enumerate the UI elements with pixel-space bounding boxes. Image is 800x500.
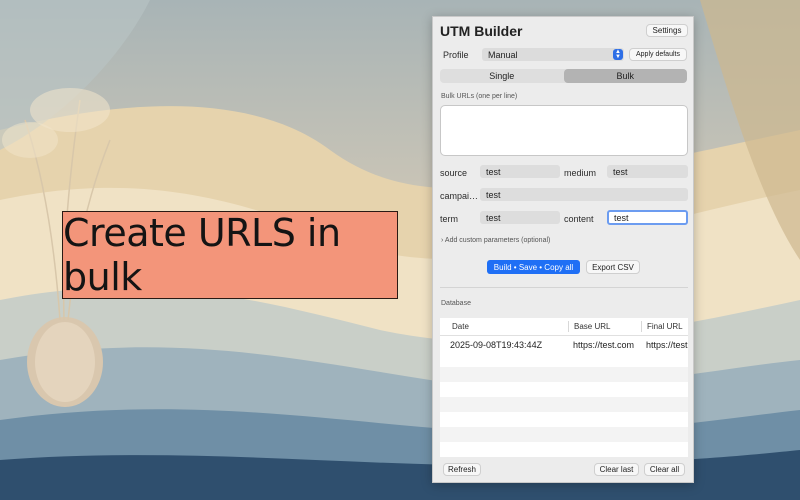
profile-select[interactable]: Manual ▲ ▼ [482, 48, 624, 61]
column-divider [641, 321, 642, 332]
column-divider [568, 321, 569, 332]
source-label: source [440, 168, 468, 178]
clear-last-button[interactable]: Clear last [594, 463, 639, 476]
table-row-empty [440, 367, 688, 382]
content-field[interactable]: test [607, 210, 688, 225]
clear-all-button[interactable]: Clear all [644, 463, 685, 476]
medium-field[interactable]: test [607, 165, 688, 178]
chevron-right-icon: › [441, 237, 444, 244]
utm-builder-window: UTM Builder Settings Profile Manual ▲ ▼ A… [432, 16, 694, 483]
medium-label: medium [564, 168, 597, 178]
bulk-urls-textarea[interactable] [440, 105, 688, 156]
term-label: term [440, 214, 458, 224]
campaign-field[interactable]: test [480, 188, 688, 201]
profile-label: Profile [443, 50, 469, 60]
cell-date: 2025-09-08T19:43:44Z [450, 340, 543, 350]
term-field[interactable]: test [480, 211, 560, 224]
tab-bulk[interactable]: Bulk [563, 69, 687, 83]
table-row-empty [440, 427, 688, 442]
database-label: Database [441, 300, 471, 307]
apply-defaults-button[interactable]: Apply defaults [629, 48, 687, 61]
cell-base-url: https://test.com [573, 340, 635, 350]
callout-text: Create URLS in bulk [63, 211, 341, 299]
column-header-final-url[interactable]: Final URL [647, 322, 683, 331]
column-header-base-url[interactable]: Base URL [574, 322, 610, 331]
source-field[interactable]: test [480, 165, 560, 178]
mode-segmented-control: Single Bulk [440, 69, 687, 83]
tab-single[interactable]: Single [440, 69, 564, 83]
cell-final-url: https://test [646, 340, 688, 350]
table-row-empty [440, 397, 688, 412]
table-row[interactable]: 2025-09-08T19:43:44Z https://test.com ht… [440, 337, 688, 352]
refresh-button[interactable]: Refresh [443, 463, 481, 476]
content-label: content [564, 214, 594, 224]
section-divider [440, 287, 688, 288]
database-table: Date Base URL Final URL 2025-09-08T19:43… [440, 318, 688, 457]
profile-select-value: Manual [488, 49, 518, 60]
settings-button[interactable]: Settings [646, 24, 688, 37]
bulk-urls-label: Bulk URLs (one per line) [441, 93, 518, 100]
campaign-label: campai… [440, 191, 479, 201]
build-save-copy-button[interactable]: Build • Save • Copy all [487, 260, 580, 274]
chevron-up-down-icon: ▲ ▼ [613, 49, 623, 60]
window-title: UTM Builder [440, 23, 523, 39]
custom-params-label: Add custom parameters (optional) [444, 237, 551, 244]
table-header: Date Base URL Final URL [440, 318, 688, 336]
promo-callout: Create URLS in bulk [62, 211, 398, 299]
column-header-date[interactable]: Date [452, 322, 469, 331]
export-csv-button[interactable]: Export CSV [586, 260, 640, 274]
custom-params-toggle[interactable]: › Add custom parameters (optional) [441, 237, 550, 244]
